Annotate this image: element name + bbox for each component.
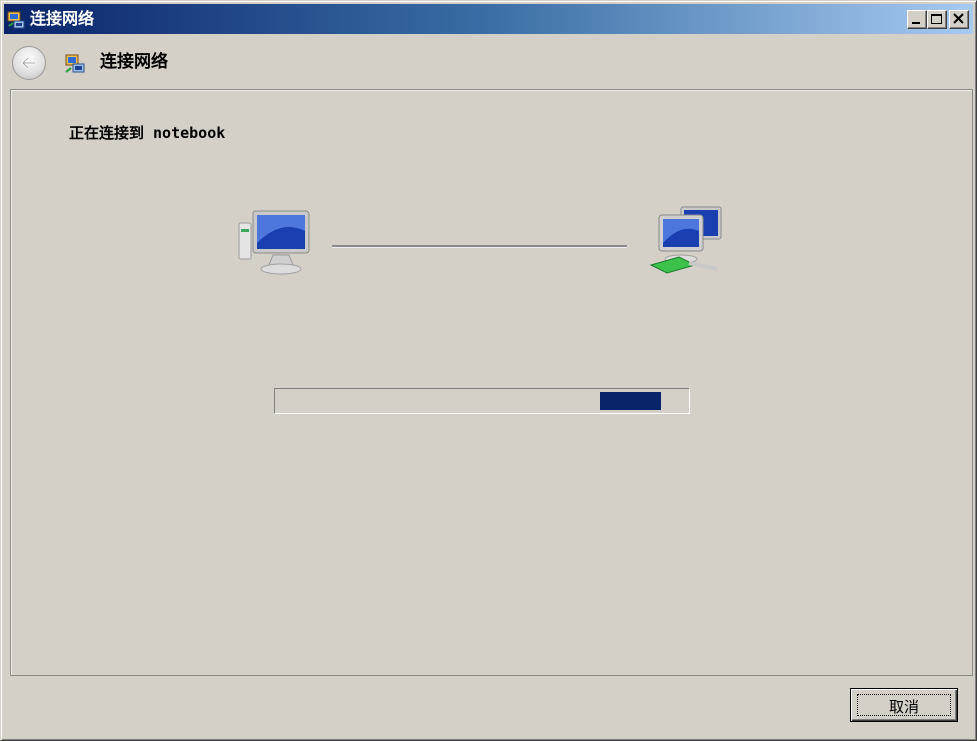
maximize-button[interactable] [927,10,947,29]
connection-line [332,245,627,248]
close-button[interactable] [949,10,969,29]
network-computers-icon [649,206,722,274]
navigation-bar: 连接网络 [4,37,973,87]
minimize-icon [912,22,920,24]
connect-network-window: 连接网络 连接网络 正在连接到 notebook 取消 [0,0,977,741]
back-arrow-icon [21,56,37,70]
progress-fill [600,392,661,410]
content-panel: 正在连接到 notebook [10,89,973,676]
cancel-button-label: 取消 [888,698,919,716]
computer-icon [238,210,310,275]
progress-bar [274,388,690,414]
page-title: 连接网络 [100,52,168,72]
network-connect-icon [65,54,85,73]
back-button[interactable] [12,46,46,80]
close-icon [953,13,964,24]
minimize-button[interactable] [907,10,927,29]
maximize-icon [931,14,942,24]
window-title: 连接网络 [30,9,95,28]
cancel-button[interactable]: 取消 [850,688,958,722]
connecting-status-text: 正在连接到 notebook [69,124,226,142]
network-connect-icon [7,11,25,29]
title-bar[interactable]: 连接网络 [4,4,973,34]
